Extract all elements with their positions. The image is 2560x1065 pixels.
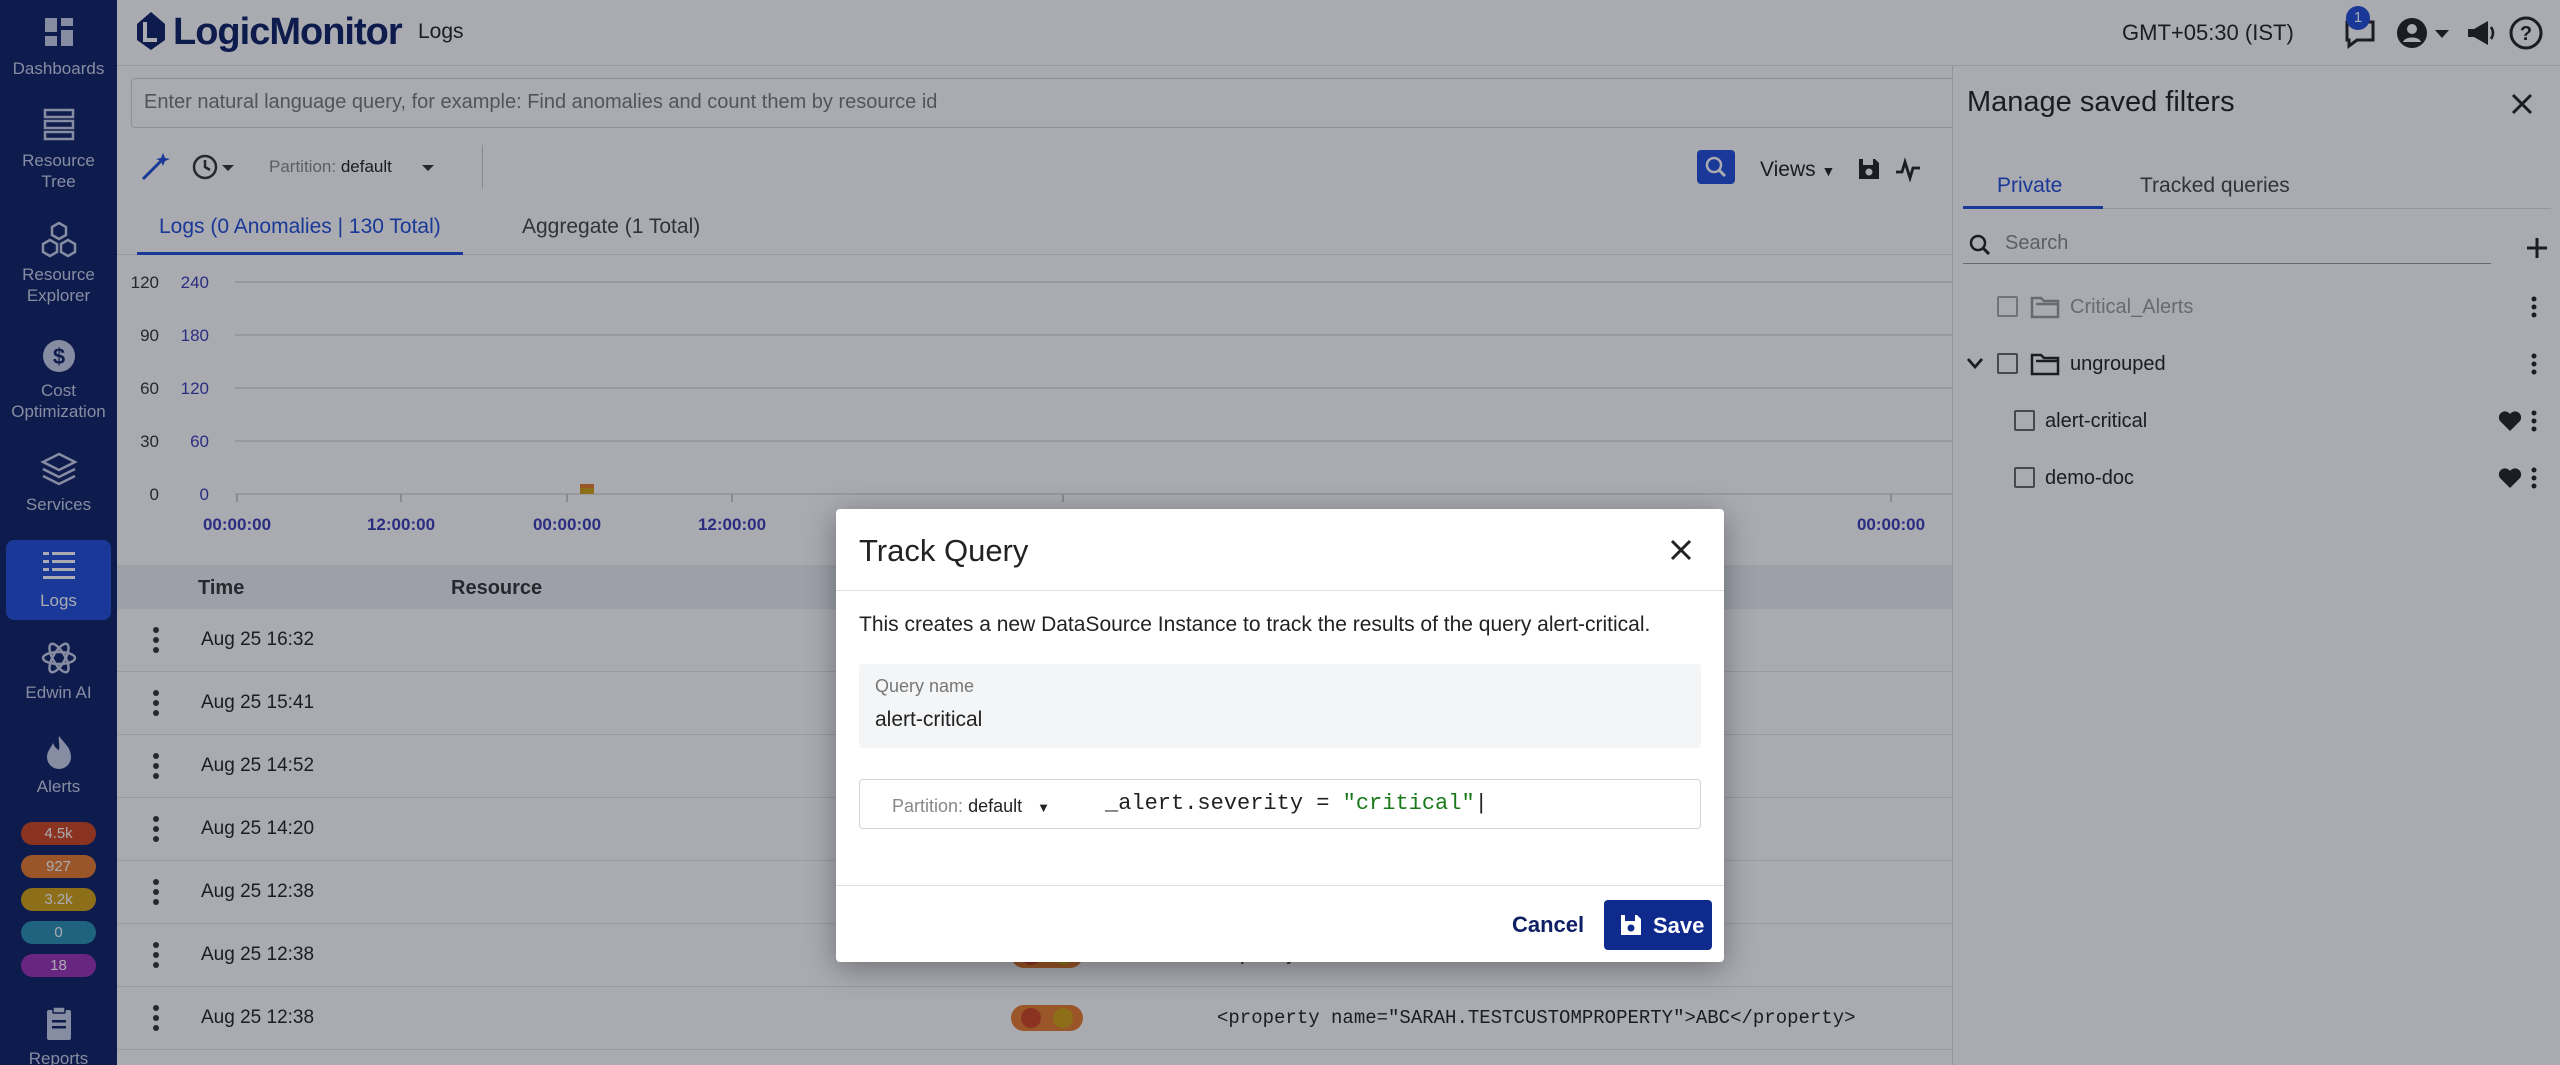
query-key: _alert.severity = [1105, 791, 1343, 816]
partition-label: Partition: [892, 796, 964, 816]
dialog-footer-divider [836, 885, 1724, 886]
query-name-field[interactable]: Query name alert-critical [859, 664, 1701, 748]
dialog-header-divider [836, 590, 1724, 591]
save-button[interactable]: Save [1604, 900, 1712, 950]
dialog-title: Track Query [859, 533, 1029, 568]
close-icon[interactable] [1668, 537, 1694, 563]
dialog-description: This creates a new DataSource Instance t… [859, 613, 1651, 636]
save-icon [1621, 915, 1641, 935]
text-cursor: | [1474, 791, 1488, 816]
query-code[interactable]: _alert.severity = "critical"| [1105, 791, 1488, 816]
query-name-label: Query name [875, 676, 975, 696]
partition-value: default [968, 796, 1023, 816]
partition-selector[interactable]: Partition: default ▼ [892, 796, 1050, 817]
query-name-value: alert-critical [875, 708, 983, 731]
cancel-button[interactable]: Cancel [1512, 912, 1584, 938]
query-editor[interactable]: Partition: default ▼ _alert.severity = "… [859, 779, 1701, 829]
query-string-value: "critical" [1342, 791, 1475, 816]
partition-chevron-down-icon: ▼ [1037, 800, 1050, 815]
track-query-dialog: Track Query This creates a new DataSourc… [836, 509, 1724, 962]
save-label: Save [1653, 913, 1705, 938]
